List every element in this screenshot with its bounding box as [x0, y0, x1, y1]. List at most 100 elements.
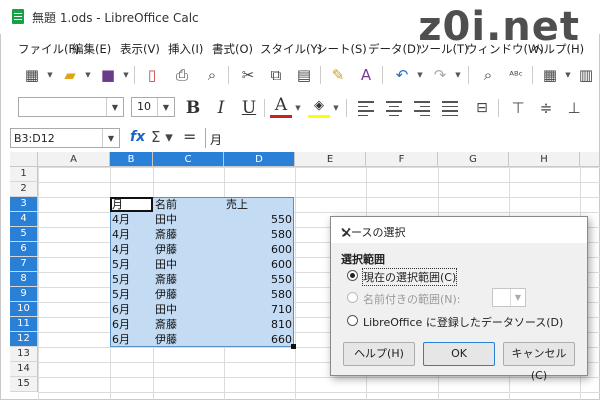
- font-size-combo[interactable]: 10 ▼: [131, 97, 175, 117]
- redo-icon[interactable]: ↷: [428, 62, 452, 88]
- clear-formatting-icon[interactable]: A: [354, 62, 378, 88]
- cell-c9[interactable]: 伊藤: [155, 287, 177, 302]
- cell-b4[interactable]: 4月: [112, 212, 130, 227]
- close-icon[interactable]: ✕: [340, 224, 579, 242]
- align-left-icon[interactable]: [356, 98, 376, 118]
- formula-input[interactable]: 月: [205, 128, 598, 148]
- row-header[interactable]: 7: [10, 257, 38, 272]
- cell-b11[interactable]: 6月: [112, 317, 130, 332]
- column-header-b[interactable]: B: [110, 152, 153, 167]
- cell-b5[interactable]: 4月: [112, 227, 130, 242]
- cell-c3[interactable]: 名前: [155, 197, 177, 212]
- radio-current-selection[interactable]: [347, 270, 358, 281]
- cell-c8[interactable]: 斎藤: [155, 272, 177, 287]
- select-all-corner[interactable]: [10, 152, 38, 167]
- undo-dropdown-arrow[interactable]: ▼: [416, 62, 424, 88]
- cell-b12[interactable]: 6月: [112, 332, 130, 347]
- row-header[interactable]: 14: [10, 362, 38, 377]
- merge-cells-icon[interactable]: ⊟: [470, 95, 494, 121]
- cell-c6[interactable]: 伊藤: [155, 242, 177, 257]
- cell-d8[interactable]: 550: [224, 272, 292, 287]
- cell-d6[interactable]: 600: [224, 242, 292, 257]
- row-header[interactable]: 2: [10, 182, 38, 197]
- chevron-down-icon[interactable]: ▼: [157, 98, 174, 116]
- registered-source-label[interactable]: LibreOffice に登録したデータソース(D): [363, 314, 563, 330]
- row-icon[interactable]: ▦: [538, 62, 562, 88]
- cell-d12[interactable]: 660: [224, 332, 292, 347]
- row-header[interactable]: 9: [10, 287, 38, 302]
- row-header[interactable]: 15: [10, 377, 38, 392]
- menu-help[interactable]: ヘルプ(H): [532, 41, 584, 57]
- print-preview-icon[interactable]: ⌕: [200, 62, 224, 88]
- name-box[interactable]: B3:D12 ▼: [10, 128, 120, 148]
- cell-b3[interactable]: 月: [112, 197, 123, 212]
- help-button[interactable]: ヘルプ(H): [343, 342, 415, 366]
- column-header-g[interactable]: G: [438, 152, 509, 167]
- spelling-icon[interactable]: ᴬᴮᶜ: [504, 62, 528, 88]
- ok-button[interactable]: OK: [423, 342, 495, 366]
- row-header[interactable]: 6: [10, 242, 38, 257]
- row-header[interactable]: 8: [10, 272, 38, 287]
- current-selection-label[interactable]: 現在の選択範囲(C): [361, 268, 458, 286]
- align-middle-icon[interactable]: ≑: [534, 95, 558, 121]
- menu-sheet[interactable]: シート(S): [316, 41, 367, 57]
- row-header[interactable]: 13: [10, 347, 38, 362]
- cell-d11[interactable]: 810: [224, 317, 292, 332]
- underline-icon[interactable]: U: [238, 95, 260, 121]
- align-top-icon[interactable]: ⊤: [506, 95, 530, 121]
- formula-icon[interactable]: =: [183, 127, 196, 146]
- new-dropdown-arrow[interactable]: ▼: [46, 62, 54, 88]
- save-dropdown-arrow[interactable]: ▼: [122, 62, 130, 88]
- cell-b6[interactable]: 4月: [112, 242, 130, 257]
- column-header-c[interactable]: C: [153, 152, 224, 167]
- column-header-e[interactable]: E: [295, 152, 366, 167]
- row-header[interactable]: 1: [10, 167, 38, 182]
- cell-c12[interactable]: 伊藤: [155, 332, 177, 347]
- cell-b8[interactable]: 5月: [112, 272, 130, 287]
- save-icon[interactable]: ■: [96, 62, 120, 88]
- column-header-d[interactable]: D: [224, 152, 295, 167]
- align-bottom-icon[interactable]: ⊥: [562, 95, 586, 121]
- find-replace-icon[interactable]: ⌕: [476, 62, 500, 88]
- highlight-dropdown-arrow[interactable]: ▼: [332, 95, 340, 121]
- clone-formatting-icon[interactable]: ✎: [326, 62, 350, 88]
- menu-styles[interactable]: スタイル(Y): [260, 41, 322, 57]
- column-header-i[interactable]: [580, 152, 600, 167]
- menu-tools[interactable]: ツール(T): [418, 41, 469, 57]
- font-color-icon[interactable]: A: [270, 95, 292, 118]
- paste-icon[interactable]: ▤: [292, 62, 316, 88]
- function-wizard-icon[interactable]: fx: [130, 129, 145, 145]
- cell-c7[interactable]: 田中: [155, 257, 177, 272]
- cell-d10[interactable]: 710: [224, 302, 292, 317]
- cell-c5[interactable]: 斎藤: [155, 227, 177, 242]
- row-dropdown-arrow[interactable]: ▼: [564, 62, 572, 88]
- cancel-button[interactable]: キャンセル(C): [503, 342, 575, 382]
- menu-file[interactable]: ファイル(F): [18, 41, 80, 57]
- menu-edit[interactable]: 編集(E): [72, 41, 111, 57]
- cell-d3[interactable]: 売上: [226, 197, 248, 212]
- cell-d7[interactable]: 600: [224, 257, 292, 272]
- cell-d5[interactable]: 580: [224, 227, 292, 242]
- column-header-a[interactable]: A: [38, 152, 110, 167]
- new-spreadsheet-icon[interactable]: ▦: [20, 62, 44, 88]
- align-right-icon[interactable]: [412, 98, 432, 118]
- cell-c4[interactable]: 田中: [155, 212, 177, 227]
- cell-c11[interactable]: 斎藤: [155, 317, 177, 332]
- font-name-combo[interactable]: ▼: [18, 97, 124, 117]
- column-icon[interactable]: ▥: [574, 62, 598, 88]
- column-header-h[interactable]: H: [509, 152, 580, 167]
- open-dropdown-arrow[interactable]: ▼: [84, 62, 92, 88]
- open-folder-icon[interactable]: ▰: [58, 62, 82, 88]
- cell-d4[interactable]: 550: [224, 212, 292, 227]
- cell-c10[interactable]: 田中: [155, 302, 177, 317]
- bold-icon[interactable]: B: [182, 95, 204, 121]
- highlight-color-icon[interactable]: ◈: [308, 95, 330, 118]
- row-header[interactable]: 10: [10, 302, 38, 317]
- chevron-down-icon[interactable]: ▼: [102, 129, 119, 147]
- print-icon[interactable]: ⎙: [170, 62, 194, 88]
- cell-b9[interactable]: 5月: [112, 287, 130, 302]
- sum-icon[interactable]: Σ ▾: [151, 128, 173, 146]
- menu-data[interactable]: データ(D): [368, 41, 420, 57]
- menu-format[interactable]: 書式(O): [212, 41, 253, 57]
- cell-b10[interactable]: 6月: [112, 302, 130, 317]
